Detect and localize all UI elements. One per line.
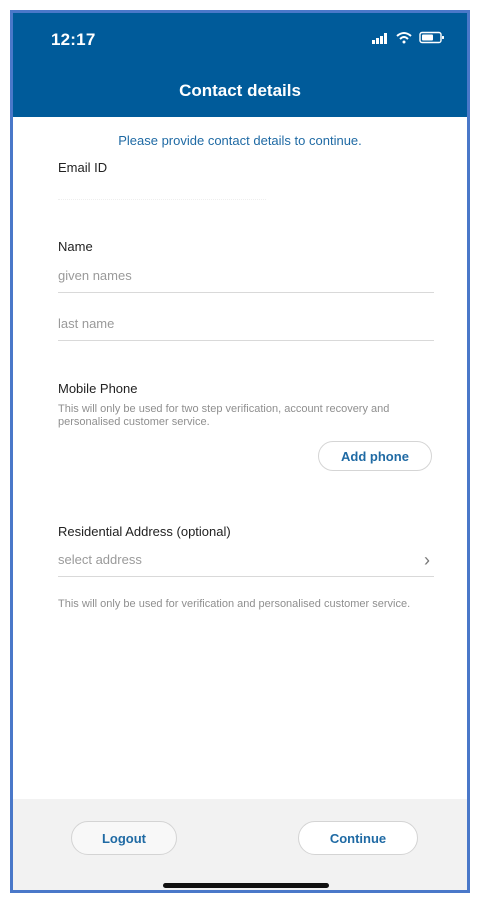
given-names-placeholder: given names xyxy=(58,268,132,283)
add-phone-button[interactable]: Add phone xyxy=(318,441,432,471)
form-prompt: Please provide contact details to contin… xyxy=(118,133,362,148)
phone-screen: 12:17 Contact details Please provide con… xyxy=(10,10,470,893)
address-placeholder: select address xyxy=(58,552,142,567)
edge-marker xyxy=(467,821,469,827)
status-icons xyxy=(371,31,445,49)
address-select[interactable]: select address › xyxy=(58,543,434,577)
contact-form: Please provide contact details to contin… xyxy=(13,117,467,799)
email-field[interactable] xyxy=(58,199,266,200)
home-indicator[interactable] xyxy=(163,883,329,888)
app-header: 12:17 Contact details xyxy=(13,13,467,117)
bottom-action-bar: Logout Continue xyxy=(13,799,469,890)
screenshot-frame: 12:17 Contact details Please provide con… xyxy=(0,0,477,897)
mobile-phone-label: Mobile Phone xyxy=(58,381,138,396)
chevron-right-icon: › xyxy=(424,549,430,570)
address-help: This will only be used for verification … xyxy=(58,598,411,610)
name-label: Name xyxy=(58,239,93,254)
logout-button[interactable]: Logout xyxy=(71,821,177,855)
last-name-input[interactable]: last name xyxy=(58,307,434,341)
page-title: Contact details xyxy=(179,81,301,100)
status-time: 12:17 xyxy=(51,30,96,49)
last-name-placeholder: last name xyxy=(58,316,115,331)
address-label: Residential Address (optional) xyxy=(58,524,231,539)
continue-button[interactable]: Continue xyxy=(298,821,418,855)
mobile-phone-help: This will only be used for two step veri… xyxy=(58,403,390,428)
given-names-input[interactable]: given names xyxy=(58,259,434,293)
email-label: Email ID xyxy=(58,160,108,175)
signal-icon xyxy=(371,31,389,49)
battery-icon xyxy=(419,31,445,49)
wifi-icon xyxy=(395,31,413,49)
